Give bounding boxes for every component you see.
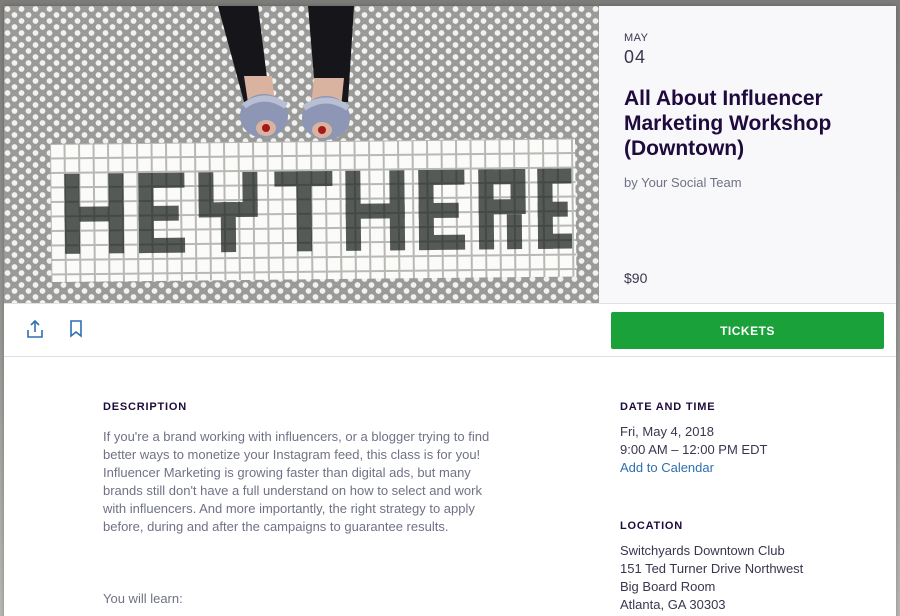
- bookmark-icon[interactable]: [65, 318, 87, 340]
- event-time: 9:00 AM – 12:00 PM EDT: [620, 442, 768, 457]
- location-room: Big Board Room: [620, 579, 716, 594]
- share-icon[interactable]: [24, 318, 46, 340]
- add-to-calendar-link[interactable]: Add to Calendar: [620, 459, 714, 477]
- description-paragraph: If you're a brand working with influence…: [103, 429, 490, 462]
- description-heading: DESCRIPTION: [103, 401, 187, 413]
- event-title: All About Influencer Marketing Workshop …: [624, 87, 832, 160]
- event-hero-image: [4, 6, 599, 303]
- location-heading: LOCATION: [620, 520, 684, 532]
- location-venue: Switchyards Downtown Club: [620, 543, 785, 558]
- description-paragraph: Influencer Marketing is growing faster t…: [103, 465, 482, 534]
- description-body: If you're a brand working with influence…: [103, 428, 508, 536]
- event-card: MAY 04 All About Influencer Marketing Wo…: [4, 6, 896, 616]
- location-city: Atlanta, GA 30303: [620, 597, 726, 612]
- event-date: Fri, May 4, 2018: [620, 424, 714, 439]
- event-action-bar: TICKETS: [4, 303, 896, 357]
- date-time-heading: DATE AND TIME: [620, 401, 716, 413]
- event-price: $90: [624, 270, 648, 286]
- location-street: 151 Ted Turner Drive Northwest: [620, 561, 804, 576]
- tickets-button[interactable]: TICKETS: [611, 312, 884, 349]
- learn-label: You will learn:: [103, 591, 183, 606]
- event-month: MAY: [624, 32, 649, 44]
- event-summary-panel: MAY 04 All About Influencer Marketing Wo…: [599, 6, 896, 303]
- event-day: 04: [624, 47, 647, 67]
- hero-photo: [4, 6, 599, 303]
- event-organizer: by Your Social Team: [624, 175, 742, 190]
